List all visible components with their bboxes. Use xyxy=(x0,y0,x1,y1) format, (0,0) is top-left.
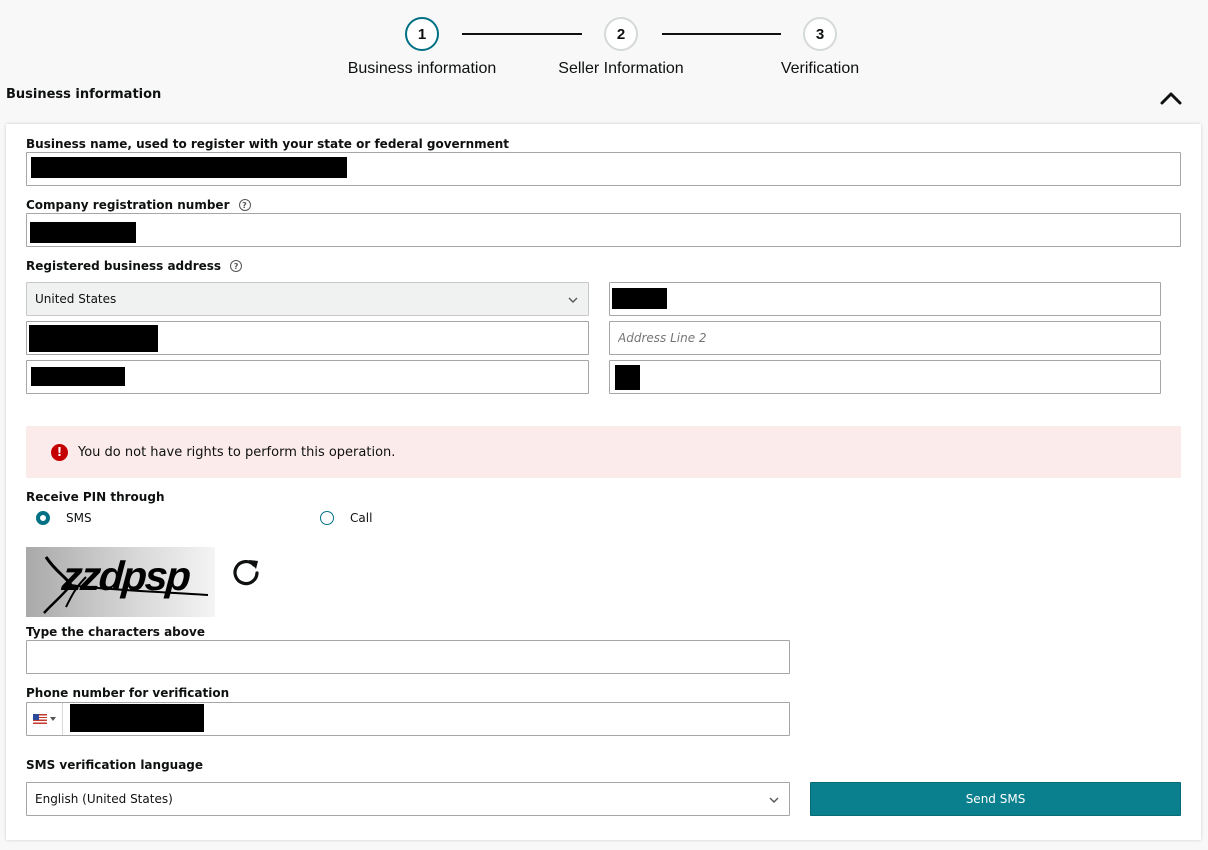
radio-button[interactable] xyxy=(320,511,334,525)
captcha-image: zzdpsp xyxy=(26,547,215,617)
captcha-field[interactable] xyxy=(26,640,790,674)
business-name-label: Business name, used to register with you… xyxy=(26,137,510,151)
address-line1-input[interactable] xyxy=(610,283,1160,315)
city-field[interactable] xyxy=(26,321,589,355)
us-flag-icon xyxy=(33,714,47,724)
captcha-input-label: Type the characters above xyxy=(26,625,205,639)
pin-option-sms[interactable]: SMS xyxy=(36,511,92,525)
section-title: Business information xyxy=(6,87,162,102)
country-code-picker[interactable] xyxy=(27,703,63,735)
captcha-input[interactable] xyxy=(27,641,789,673)
sms-language-label: SMS verification language xyxy=(26,758,204,772)
step-2-circle: 2 xyxy=(604,17,638,51)
zip-field[interactable] xyxy=(609,360,1161,394)
step-1-label: Business information xyxy=(347,60,497,77)
redacted-value xyxy=(31,367,125,386)
registration-number-input[interactable] xyxy=(27,214,1180,246)
sms-language-select[interactable]: English (United States) xyxy=(26,782,790,816)
zip-input[interactable] xyxy=(610,361,1160,393)
step-connector-2 xyxy=(662,33,781,35)
question-circle-icon[interactable]: ? xyxy=(238,199,251,211)
phone-label: Phone number for verification xyxy=(26,686,230,700)
chevron-up-icon xyxy=(1160,92,1182,105)
business-info-card: Business name, used to register with you… xyxy=(6,124,1201,840)
step-1-circle: 1 xyxy=(405,17,439,51)
collapse-section-button[interactable] xyxy=(1157,86,1185,110)
address-line2-input[interactable] xyxy=(610,322,1160,354)
state-field[interactable] xyxy=(26,360,589,394)
radio-button[interactable] xyxy=(36,511,50,525)
exclamation-circle-icon: ! xyxy=(51,443,68,461)
redacted-value xyxy=(30,222,136,243)
redacted-value xyxy=(615,365,640,390)
send-sms-button[interactable]: Send SMS xyxy=(810,782,1181,816)
country-select[interactable]: United States xyxy=(26,282,589,316)
registration-number-label: Company registration number ? xyxy=(26,198,251,212)
chevron-down-icon xyxy=(568,297,578,303)
redacted-value xyxy=(31,157,347,178)
error-message: You do not have rights to perform this o… xyxy=(78,444,396,460)
receive-pin-label: Receive PIN through xyxy=(26,490,165,504)
pin-option-call[interactable]: Call xyxy=(320,511,372,525)
caret-down-icon xyxy=(50,717,56,721)
error-alert: ! You do not have rights to perform this… xyxy=(26,426,1181,478)
step-2-label: Seller Information xyxy=(558,60,684,77)
question-circle-icon[interactable]: ? xyxy=(230,260,243,272)
progress-stepper: 1 2 3 Business information Seller Inform… xyxy=(0,0,1208,88)
redacted-value xyxy=(612,288,667,309)
redacted-value xyxy=(70,704,204,732)
address-line1-field[interactable] xyxy=(609,282,1161,316)
step-3-label: Verification xyxy=(780,60,860,77)
step-3-circle: 3 xyxy=(803,17,837,51)
business-name-field[interactable] xyxy=(26,152,1181,186)
refresh-icon[interactable] xyxy=(230,556,262,588)
redacted-value xyxy=(29,325,158,352)
step-connector-1 xyxy=(462,33,582,35)
chevron-down-icon xyxy=(769,797,779,803)
address-label: Registered business address ? xyxy=(26,259,243,273)
captcha-noise xyxy=(43,556,209,614)
registration-number-field[interactable] xyxy=(26,213,1181,247)
address-line2-field[interactable] xyxy=(609,321,1161,355)
